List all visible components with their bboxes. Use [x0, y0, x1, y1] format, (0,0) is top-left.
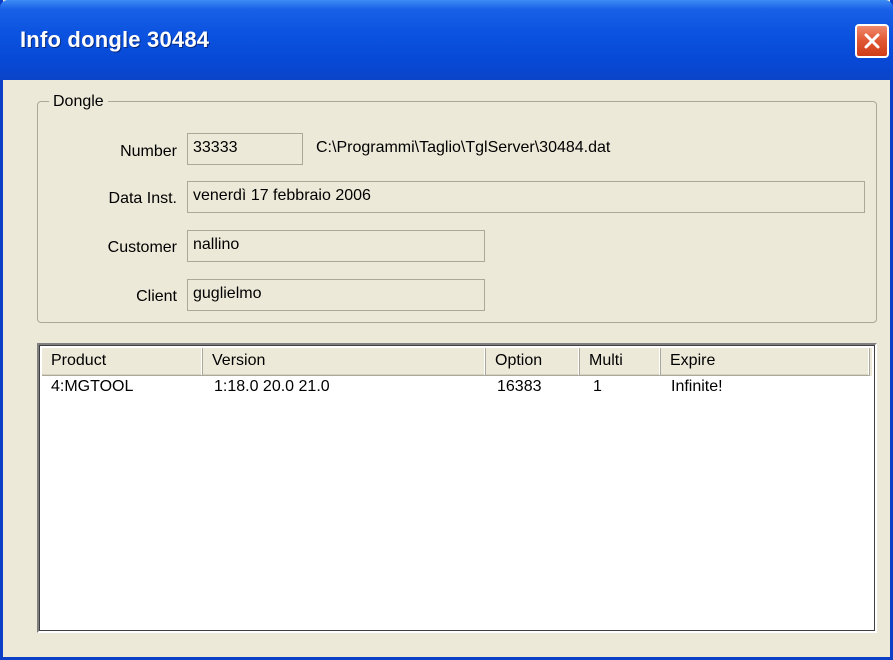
product-list-header: Product Version Option Multi Expire: [42, 348, 872, 376]
dongle-group-legend: Dongle: [49, 93, 108, 111]
number-label: Number: [120, 143, 177, 160]
window-title: Info dongle 30484: [20, 27, 210, 52]
data-inst-label: Data Inst.: [108, 190, 177, 207]
dongle-file-path: C:\Programmi\Taglio\TglServer\30484.dat: [316, 139, 611, 156]
cell-expire: Infinite!: [671, 378, 723, 395]
data-inst-field[interactable]: venerdì 17 febbraio 2006: [187, 181, 865, 213]
info-dongle-window: Info dongle 30484 Dongle Number 33333 C:…: [0, 0, 893, 660]
cell-option: 16383: [497, 378, 542, 395]
product-list[interactable]: Product Version Option Multi Expire 4:MG…: [37, 343, 877, 633]
table-row[interactable]: 4:MGTOOL 1:18.0 20.0 21.0 16383 1 Infini…: [42, 376, 872, 400]
column-header-product[interactable]: Product: [42, 348, 203, 376]
column-header-multi[interactable]: Multi: [580, 348, 661, 376]
client-field[interactable]: guglielmo: [187, 279, 485, 311]
title-bar[interactable]: Info dongle 30484: [0, 0, 893, 80]
number-field[interactable]: 33333: [187, 133, 303, 165]
column-header-option[interactable]: Option: [486, 348, 580, 376]
close-button[interactable]: [855, 24, 889, 58]
cell-product: 4:MGTOOL: [51, 378, 134, 395]
close-icon: [864, 33, 880, 49]
customer-field[interactable]: nallino: [187, 230, 485, 262]
column-header-expire[interactable]: Expire: [661, 348, 870, 376]
customer-label: Customer: [107, 239, 177, 256]
cell-version: 1:18.0 20.0 21.0: [214, 378, 330, 395]
cell-multi: 1: [593, 378, 602, 395]
column-header-version[interactable]: Version: [203, 348, 486, 376]
client-label: Client: [136, 288, 177, 305]
